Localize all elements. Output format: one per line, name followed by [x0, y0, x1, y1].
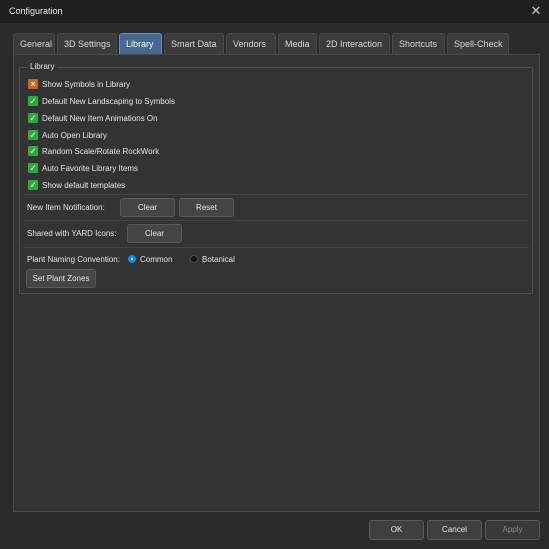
checkmark-icon: ✓: [28, 180, 38, 190]
checkbox-label: Auto Favorite Library Items: [42, 163, 139, 173]
checkbox-random-scale-rockwork[interactable]: ✓ Random Scale/Rotate RockWork: [28, 145, 159, 157]
checkmark-icon: ✓: [28, 163, 38, 173]
notification-reset-button[interactable]: Reset: [179, 198, 234, 217]
checkbox-label: Show default templates: [42, 180, 126, 190]
tab-content-panel: Library × Show Symbols in Library ✓ Defa…: [13, 54, 540, 512]
checkbox-show-default-templates[interactable]: ✓ Show default templates: [28, 179, 125, 191]
tab-shortcuts[interactable]: Shortcuts: [392, 33, 445, 54]
checkbox-auto-open-library[interactable]: ✓ Auto Open Library: [28, 129, 107, 141]
tab-2d-interaction[interactable]: 2D Interaction: [319, 33, 390, 54]
radio-selected-icon: [128, 255, 136, 263]
checkbox-label: Default New Landscaping to Symbols: [42, 96, 175, 106]
radio-label: Botanical: [202, 254, 235, 264]
radio-label: Common: [140, 254, 173, 264]
checkmark-icon: ✓: [28, 113, 38, 123]
tab-bar: General 3D Settings Library Smart Data V…: [13, 33, 509, 54]
set-plant-zones-button[interactable]: Set Plant Zones: [26, 269, 96, 288]
window-title: Configuration: [9, 6, 63, 16]
title-bar: Configuration ✕: [0, 0, 549, 23]
divider: [23, 220, 529, 221]
ok-button[interactable]: OK: [369, 520, 424, 540]
checkbox-auto-favorite[interactable]: ✓ Auto Favorite Library Items: [28, 162, 138, 174]
shared-yard-icons-label: Shared with YARD Icons:: [27, 229, 117, 238]
tab-general[interactable]: General: [13, 33, 55, 54]
checkbox-label: Auto Open Library: [42, 130, 107, 140]
plant-naming-label: Plant Naming Convention:: [27, 254, 120, 264]
checkbox-default-landscaping-symbols[interactable]: ✓ Default New Landscaping to Symbols: [28, 95, 175, 107]
tab-vendors[interactable]: Vendors: [226, 33, 276, 54]
new-item-notification-label: New Item Notification:: [27, 203, 105, 212]
radio-common[interactable]: Common: [128, 255, 190, 264]
checkbox-label: Show Symbols in Library: [42, 79, 131, 89]
notification-clear-button[interactable]: Clear: [120, 198, 175, 217]
tab-3d-settings[interactable]: 3D Settings: [57, 33, 117, 54]
cancel-button[interactable]: Cancel: [427, 520, 482, 540]
checkmark-icon: ✓: [28, 96, 38, 106]
library-group: Library × Show Symbols in Library ✓ Defa…: [19, 62, 533, 294]
divider: [23, 194, 529, 195]
checkbox-label: Random Scale/Rotate RockWork: [42, 146, 160, 156]
checkbox-label: Default New Item Animations On: [42, 113, 158, 123]
group-title: Library: [27, 62, 58, 71]
tab-media[interactable]: Media: [278, 33, 317, 54]
yard-icons-clear-button[interactable]: Clear: [127, 224, 182, 243]
checkbox-default-animations[interactable]: ✓ Default New Item Animations On: [28, 112, 158, 124]
checkbox-show-symbols[interactable]: × Show Symbols in Library: [28, 78, 130, 90]
radio-unselected-icon: [190, 255, 198, 263]
checkmark-icon: ✓: [28, 130, 38, 140]
tab-library[interactable]: Library: [119, 33, 162, 54]
divider: [23, 247, 529, 248]
radio-botanical[interactable]: Botanical: [190, 255, 235, 264]
tab-spell-check[interactable]: Spell-Check: [447, 33, 509, 54]
plant-naming-row: Plant Naming Convention: Common Botanica…: [27, 253, 235, 265]
checkmark-icon: ✓: [28, 146, 38, 156]
close-icon[interactable]: ✕: [527, 2, 545, 20]
apply-button[interactable]: Apply: [485, 520, 540, 540]
partial-checkbox-icon: ×: [28, 79, 38, 89]
tab-smart-data[interactable]: Smart Data: [164, 33, 224, 54]
